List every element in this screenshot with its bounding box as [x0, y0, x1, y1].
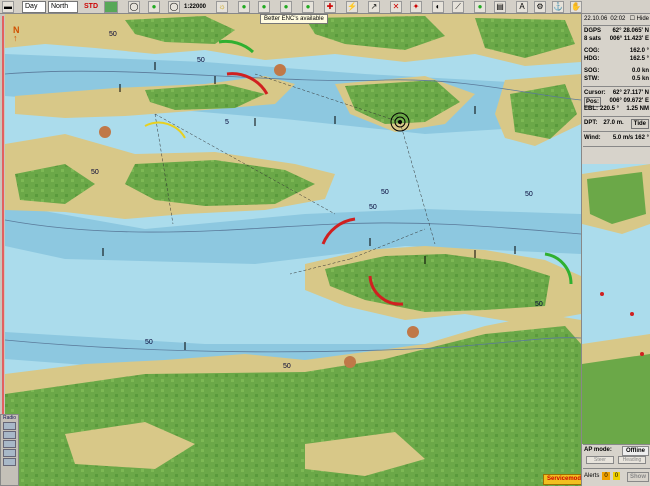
range-indicator-line — [2, 16, 4, 416]
hazard-circle — [99, 126, 111, 138]
depth-label: 50 — [525, 191, 533, 198]
heading-button[interactable]: Heading — [618, 456, 646, 464]
sog-label: SOG: — [584, 68, 600, 74]
scale-display[interactable]: 1:22000 — [184, 1, 206, 13]
hdg-value: 162.5 ° — [629, 56, 649, 62]
text-icon[interactable]: A — [516, 1, 528, 13]
alarm-icon[interactable]: ✕ — [390, 1, 402, 13]
ruler-icon[interactable]: ⟋ — [452, 1, 464, 13]
radio-channel[interactable] — [3, 431, 16, 439]
overview-chart[interactable] — [582, 164, 650, 444]
depth-label: 50 — [535, 301, 543, 308]
depth-label: 50 — [283, 363, 291, 370]
enc-tooltip: Better ENC's available — [260, 14, 328, 24]
toolbar: ▬ Day▼ North▼ STD ◯ ● ◯ 1:22000 ☼ ● ● ● … — [0, 0, 650, 20]
ship-longitude: 006° 11.423' E — [609, 36, 649, 42]
date-value: 22.10.06 — [584, 16, 608, 22]
anchor-icon[interactable]: ⚓ — [552, 1, 564, 13]
ebl-label: EBL: — [584, 106, 598, 112]
chart-info-icon[interactable]: ▤ — [494, 1, 506, 13]
stw-label: STW: — [584, 76, 600, 82]
dgps-label: DGPS — [584, 28, 602, 34]
ap-mode-value[interactable]: Offline — [622, 446, 649, 456]
show-alerts-button[interactable]: Show — [627, 472, 649, 482]
track-icon[interactable]: ● — [258, 1, 270, 13]
radio-channel[interactable] — [3, 458, 16, 466]
palette-value: Day — [25, 3, 38, 10]
hand-icon[interactable]: ✋ — [570, 1, 582, 13]
depth-label: 50 — [197, 57, 205, 64]
cog-value: 162.0 ° — [629, 48, 649, 54]
depth-value: 27.0 m. — [603, 120, 624, 126]
sats-label: 8 sats — [584, 36, 602, 42]
depth-label: 50 — [145, 339, 153, 346]
waypoint-icon[interactable]: ● — [280, 1, 292, 13]
alerts-label: Alerts — [584, 473, 600, 479]
hazard-circle — [407, 326, 419, 338]
gps-icon[interactable]: ● — [474, 1, 486, 13]
orientation-value: North — [51, 3, 69, 10]
range-value: 1.25 NM — [626, 106, 649, 112]
settings-icon[interactable]: ⚙ — [534, 1, 546, 13]
alert-count-caution[interactable]: 0 — [612, 472, 621, 480]
radio-label: Radio — [2, 415, 17, 421]
vegetation — [510, 84, 577, 139]
palette-select[interactable]: Day▼ — [22, 1, 46, 20]
north-label: N — [13, 25, 20, 35]
time-value: 02:02 — [610, 16, 626, 22]
nautical-chart[interactable]: 50 50 50 50 50 50 50 50 50 5 N ↑ Better E… — [5, 14, 581, 486]
chart-svg: 50 50 50 50 50 50 50 50 50 5 — [5, 14, 581, 486]
hide-checkbox[interactable]: ☐ Hide — [630, 15, 649, 23]
sog-value: 0.0 kn — [631, 68, 649, 74]
depth-label: 50 — [369, 204, 377, 211]
light-sector — [144, 121, 186, 139]
cog-label: COG: — [584, 48, 600, 54]
orientation-select[interactable]: North▼ — [48, 1, 78, 20]
depth-label: 5 — [225, 119, 229, 126]
center-ship-icon[interactable]: ● — [148, 1, 160, 13]
radio-panel: Radio — [0, 414, 19, 486]
servicemode-badge[interactable]: Servicemode — [543, 474, 581, 485]
wind-value: 5.0 m/s 162 ° — [612, 135, 649, 141]
mob-icon[interactable]: ✦ — [410, 1, 422, 13]
zoom-out-icon[interactable]: ◯ — [128, 1, 140, 13]
cursor-latitude: 62° 27.117' N — [612, 90, 649, 96]
radio-channel[interactable] — [3, 440, 16, 448]
info-panel: 22.10.06 02:02 ☐ Hide DGPS 62° 28.065' N … — [581, 14, 650, 486]
zoom-in-icon[interactable]: ◯ — [168, 1, 180, 13]
mark-icon[interactable]: ● — [302, 1, 314, 13]
ebl-value: 220.5 ° — [600, 106, 620, 112]
std-display-button[interactable]: STD — [84, 1, 98, 13]
radio-channel[interactable] — [3, 449, 16, 457]
navigation-icon[interactable]: ↗ — [368, 1, 380, 13]
ship-latitude: 62° 28.065' N — [612, 28, 649, 34]
tide-button[interactable]: Tide — [630, 119, 649, 129]
wind-label: Wind: — [584, 135, 601, 141]
stw-value: 0.5 kn — [631, 76, 649, 82]
ap-mode-label: AP mode: — [584, 447, 612, 453]
depth-label: 50 — [381, 189, 389, 196]
menu-icon[interactable]: ▬ — [2, 1, 14, 13]
dpt-label: DPT: — [584, 120, 598, 126]
route-icon[interactable]: ● — [238, 1, 250, 13]
hide-label: Hide — [636, 16, 649, 22]
overview-svg — [582, 164, 650, 444]
hdg-label: HDG: — [584, 56, 600, 62]
depth-label: 50 — [91, 169, 99, 176]
layer-toggle-icon[interactable] — [104, 1, 118, 13]
compass-icon[interactable]: ◐ — [432, 1, 444, 13]
sun-icon[interactable]: ☼ — [216, 1, 228, 13]
event-icon[interactable]: ✚ — [324, 1, 336, 13]
alert-count-warning[interactable]: 0 — [602, 472, 610, 480]
cursor-label: Cursor: — [584, 90, 606, 96]
cursor-longitude: 006° 09.672' E — [609, 98, 649, 104]
steer-button[interactable]: Steer — [586, 456, 614, 464]
depth-label: 50 — [109, 31, 117, 38]
radio-channel[interactable] — [3, 422, 16, 430]
hazard-circle — [344, 356, 356, 368]
north-arrow-icon[interactable]: N ↑ — [13, 25, 20, 43]
hazard-circle — [274, 64, 286, 76]
lightning-icon[interactable]: ⚡ — [346, 1, 358, 13]
